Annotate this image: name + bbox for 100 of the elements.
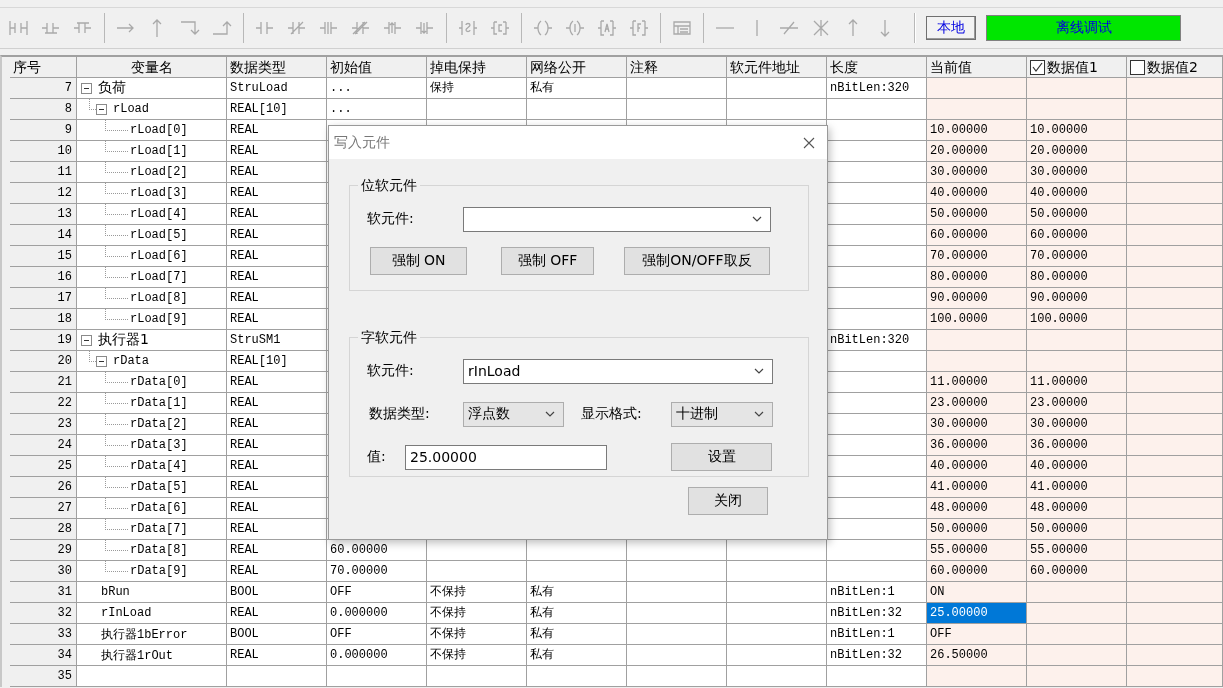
column-header[interactable]: 数据值2 [1127,57,1223,78]
table-cell: OFF [327,624,427,645]
table-cell: REAL [227,498,327,519]
device-dropdown[interactable]: rInLoad [463,358,773,384]
bracket-icon[interactable] [596,17,618,39]
table-cell: REAL [227,393,327,414]
table-cell: REAL [227,561,327,582]
table-cell: 10.00000 [927,120,1027,141]
table-cell: 20.00000 [1027,141,1127,162]
column-header[interactable]: 网络公开 [527,57,627,78]
table-cell: 26.50000 [927,645,1027,666]
variable-name: rLoad[0] [129,123,188,137]
table-cell: REAL [227,309,327,330]
table-cell: StruSM1 [227,330,327,351]
table-cell: BOOL [227,582,327,603]
table-cell: 40.00000 [927,183,1027,204]
mode-status: 离线调试 [986,15,1181,41]
variable-name: rData[4] [129,459,188,473]
force-button[interactable]: 强制ON/OFF取反 [624,247,770,275]
column-header[interactable]: 软元件地址 [727,57,827,78]
collapse-icon[interactable] [96,103,107,115]
table-cell: 36.00000 [927,435,1027,456]
row-number: 26 [10,477,77,498]
close-icon[interactable] [803,136,815,149]
row-number: 35 [10,666,77,687]
table-cell: 20.00000 [927,141,1027,162]
table-cell: 60.00000 [1027,225,1127,246]
column-header[interactable]: 数据值1 [1027,57,1127,78]
location-button[interactable]: 本地 [926,16,976,40]
row-number: 7 [10,78,77,99]
table-cell: 60.00000 [927,561,1027,582]
table-cell: 私有 [527,645,627,666]
value-field[interactable]: 25.00000 [405,444,607,470]
force-button[interactable]: 强制 OFF [501,247,594,275]
collapse-icon[interactable] [81,334,92,346]
set-button[interactable]: 设置 [671,443,772,471]
variable-name: rData[6] [129,501,188,515]
row-number: 9 [10,120,77,141]
checked-checkbox[interactable] [1030,59,1045,75]
table-cell: REAL [227,288,327,309]
column-header[interactable]: 序号 [10,57,77,78]
variable-name: rLoad[1] [129,144,188,158]
force-button[interactable]: 强制 ON [370,247,467,275]
table-cell: REAL [227,456,327,477]
device-dropdown[interactable] [463,206,771,232]
row-number: 27 [10,498,77,519]
column-header[interactable]: 注释 [627,57,727,78]
row-number: 18 [10,309,77,330]
table-cell: 11.00000 [927,372,1027,393]
variable-name: rLoad[3] [129,186,188,200]
column-title: 数据值2 [1147,58,1198,76]
table-cell: 90.00000 [1027,288,1127,309]
column-header[interactable]: 初始值 [327,57,427,78]
data-type-dropdown[interactable]: 浮点数 [463,401,564,427]
variable-name: rData[0] [129,375,188,389]
table-cell: 50.00000 [927,204,1027,225]
column-header[interactable]: 当前值 [927,57,1027,78]
table-cell: REAL [227,120,327,141]
variable-name: rData[1] [129,396,188,410]
bracket-icon[interactable] [628,17,650,39]
group-title: 字软元件 [358,329,420,347]
table-cell: 70.00000 [927,246,1027,267]
variable-name: rData[8] [129,543,188,557]
table-cell: 10.00000 [1027,120,1127,141]
table-cell: 0.000000 [327,645,427,666]
checkbox[interactable] [1130,59,1145,75]
collapse-icon[interactable] [96,355,107,367]
column-header[interactable]: 掉电保持 [427,57,527,78]
table-cell: REAL [227,414,327,435]
column-header[interactable]: 变量名 [77,57,227,78]
variable-name: rData[9] [129,564,188,578]
variable-name: rLoad [112,102,149,116]
table-cell: OFF [927,624,1027,645]
table-cell: 私有 [527,582,627,603]
table-cell: 11.00000 [1027,372,1127,393]
variable-name: rLoad[9] [129,312,188,326]
table-cell: 80.00000 [1027,267,1127,288]
close-button[interactable]: 关闭 [688,487,768,515]
table-cell: 41.00000 [927,477,1027,498]
table-cell: 60.00000 [927,225,1027,246]
row-number: 24 [10,435,77,456]
table-cell: 不保持 [427,645,527,666]
table-cell: REAL [227,372,327,393]
table-cell: 保持 [427,78,527,99]
table-cell: 100.0000 [1027,309,1127,330]
collapse-icon[interactable] [81,82,92,94]
variable-name: rLoad[2] [129,165,188,179]
row-number: 8 [10,99,77,120]
table-cell: 30.00000 [1027,414,1127,435]
variable-name: rLoad[6] [129,249,188,263]
table-cell: 不保持 [427,582,527,603]
table-cell: REAL [227,141,327,162]
format-dropdown[interactable]: 十进制 [671,401,773,427]
column-title: 数据值1 [1047,58,1098,76]
table-cell: 40.00000 [1027,183,1127,204]
column-header[interactable]: 长度 [827,57,927,78]
variable-name: rData[3] [129,438,188,452]
variable-name: 执行器1rOut [100,647,173,664]
table-cell: 私有 [527,603,627,624]
column-header[interactable]: 数据类型 [227,57,327,78]
